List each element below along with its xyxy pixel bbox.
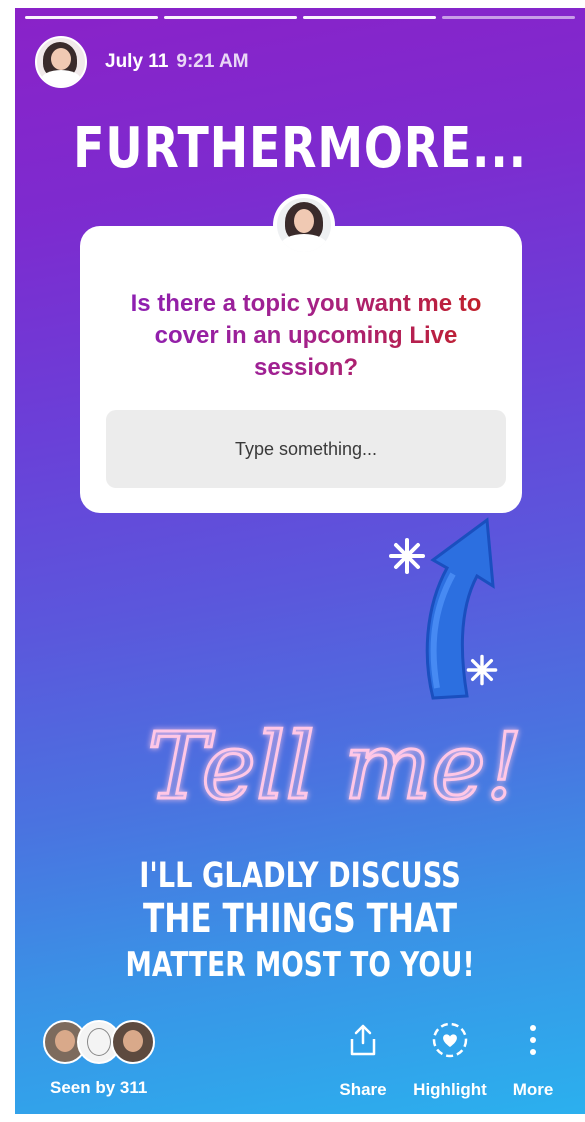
share-label: Share (339, 1080, 387, 1099)
sticker-avatar (273, 194, 335, 256)
progress-segment-current (442, 16, 575, 19)
story-view[interactable]: July 11 9:21 AM FURTHERMORE... Is there … (15, 8, 585, 1114)
viewer-avatar (111, 1020, 155, 1064)
story-progress-bar (25, 16, 575, 20)
headline-text: FURTHERMORE... (73, 116, 527, 181)
highlight-button[interactable]: Highlight (405, 1018, 495, 1100)
story-header: July 11 9:21 AM (35, 36, 249, 88)
progress-segment (164, 16, 297, 19)
story-date: July 11 (105, 51, 169, 72)
share-button[interactable]: Share (328, 1018, 398, 1100)
caption-line-1: I'LL GLADLY DISCUSS (139, 856, 461, 896)
answer-input[interactable]: Type something... (106, 410, 506, 488)
question-text: Is there a topic you want me to cover in… (111, 288, 501, 384)
viewer-avatars[interactable] (43, 1020, 163, 1064)
highlight-label: Highlight (413, 1080, 487, 1099)
caption-line-2: THE THINGS THAT (142, 896, 458, 942)
profile-avatar[interactable] (35, 36, 87, 88)
highlight-heart-icon (432, 1022, 468, 1058)
more-dots-icon (530, 1025, 536, 1055)
sparkle-icon (389, 538, 425, 574)
progress-segment (25, 16, 158, 19)
seen-by-count[interactable]: Seen by 311 (50, 1078, 147, 1098)
more-button[interactable]: More (508, 1018, 558, 1100)
curved-arrow-icon (425, 517, 495, 700)
answer-placeholder: Type something... (234, 438, 378, 459)
progress-segment (303, 16, 436, 19)
share-icon (350, 1024, 376, 1056)
screen: July 11 9:21 AM FURTHERMORE... Is there … (0, 0, 585, 1122)
tell-me-label: Tell me! (147, 713, 522, 820)
more-label: More (512, 1080, 554, 1099)
tell-me-neon-text: Tell me! (146, 712, 524, 822)
story-time: 9:21 AM (176, 51, 249, 72)
sparkle-icon (466, 654, 498, 686)
caption-line-3: MATTER MOST TO YOU! (125, 945, 475, 985)
